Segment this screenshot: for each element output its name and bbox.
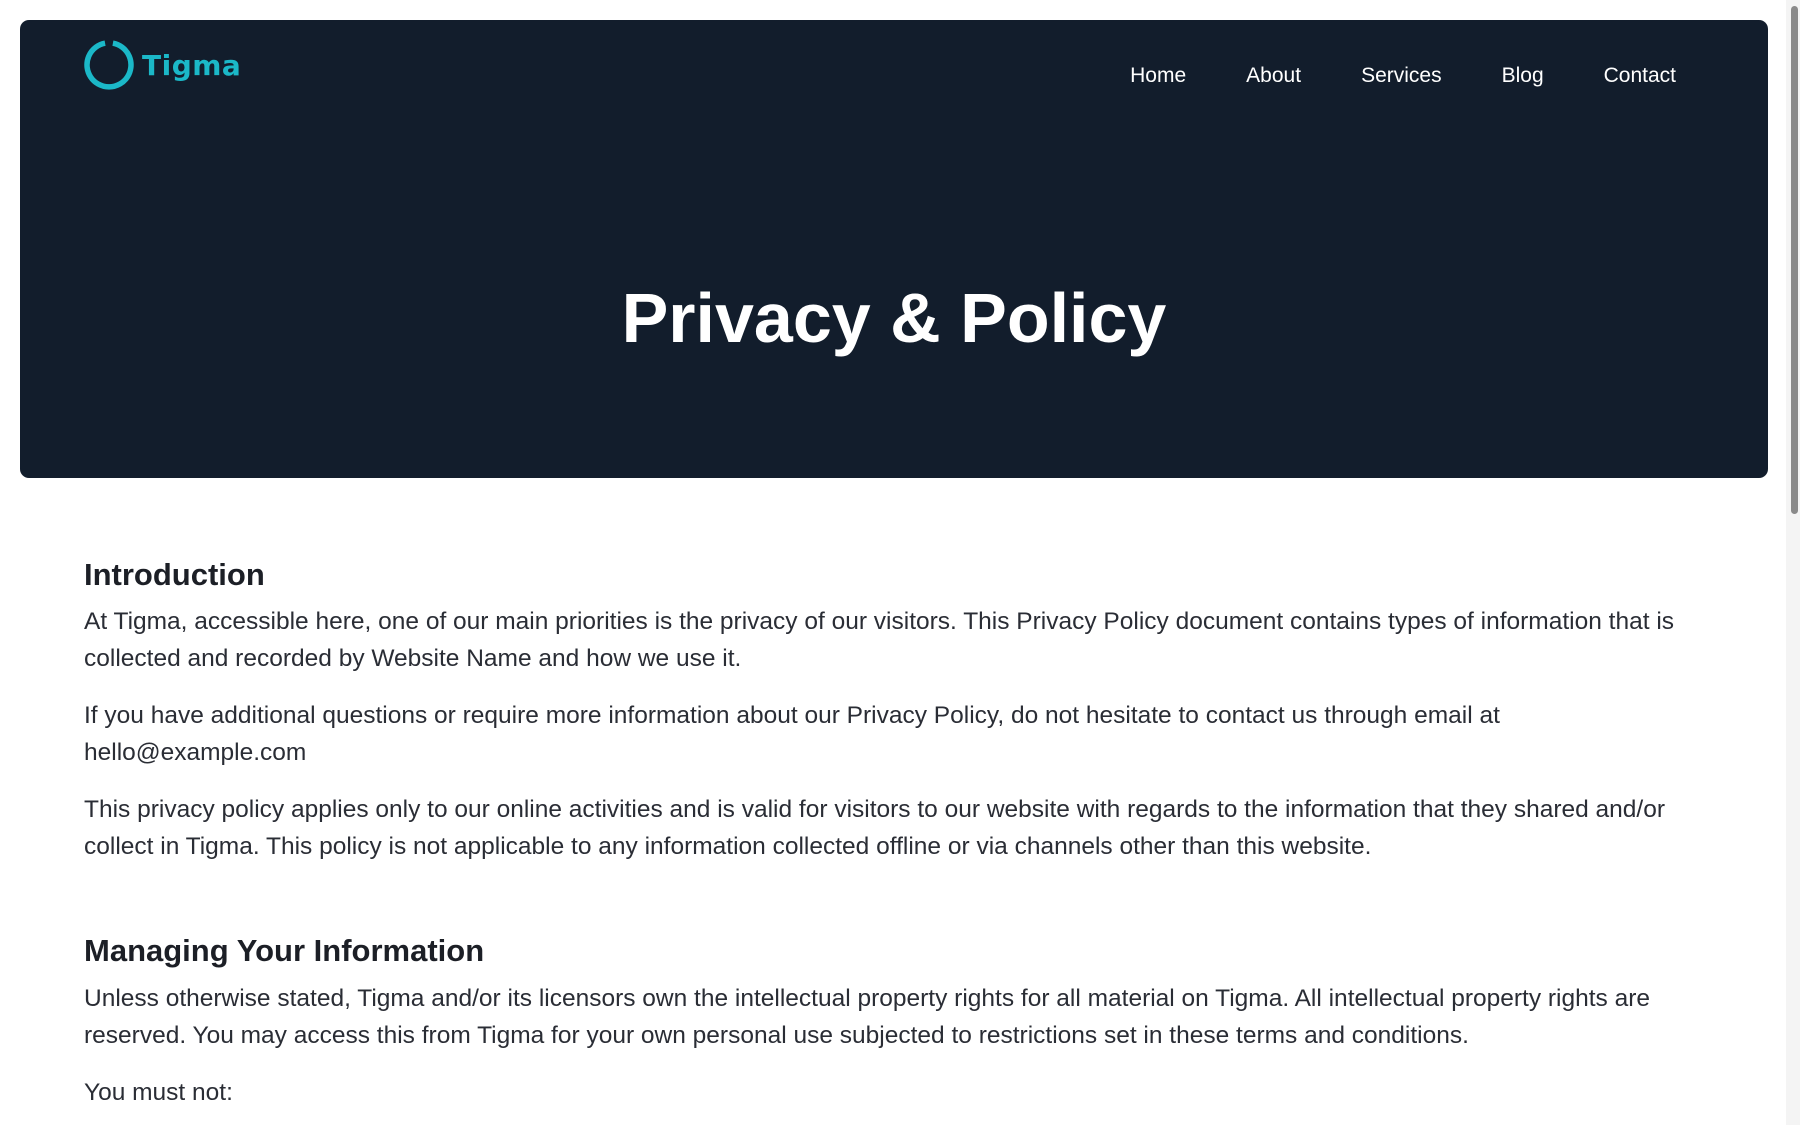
section-paragraph: This privacy policy applies only to our … [84,796,1666,861]
nav-link-contact[interactable]: Contact [1604,64,1676,88]
section-paragraph: If you have additional questions or requ… [84,702,1500,767]
page: Tigma Home About Services Blog Contact P… [0,0,1800,1125]
vertical-scrollbar[interactable] [1786,0,1800,1125]
site-logo[interactable]: Tigma [84,40,241,90]
ring-logo-icon [84,40,134,90]
nav-link-services[interactable]: Services [1361,64,1442,88]
brand-name: Tigma [142,48,242,82]
section-managing-your-information: Managing Your Information Unless otherwi… [84,931,1704,1110]
policy-content: Introduction At Tigma, accessible here, … [84,555,1704,1125]
section-introduction: Introduction At Tigma, accessible here, … [84,555,1704,865]
section-paragraph: You must not: [84,1078,233,1106]
section-paragraph: At Tigma, accessible here, one of our ma… [84,608,1675,673]
section-paragraph: Unless otherwise stated, Tigma and/or it… [84,984,1651,1049]
hero-banner: Tigma Home About Services Blog Contact P… [20,20,1768,478]
main-nav: Home About Services Blog Contact [1130,64,1676,88]
nav-link-about[interactable]: About [1246,64,1301,88]
nav-link-home[interactable]: Home [1130,64,1186,88]
nav-link-blog[interactable]: Blog [1502,64,1544,88]
scrollbar-thumb[interactable] [1791,6,1798,514]
page-title: Privacy & Policy [621,279,1167,357]
section-heading: Managing Your Information [84,933,485,969]
section-heading: Introduction [84,557,265,592]
